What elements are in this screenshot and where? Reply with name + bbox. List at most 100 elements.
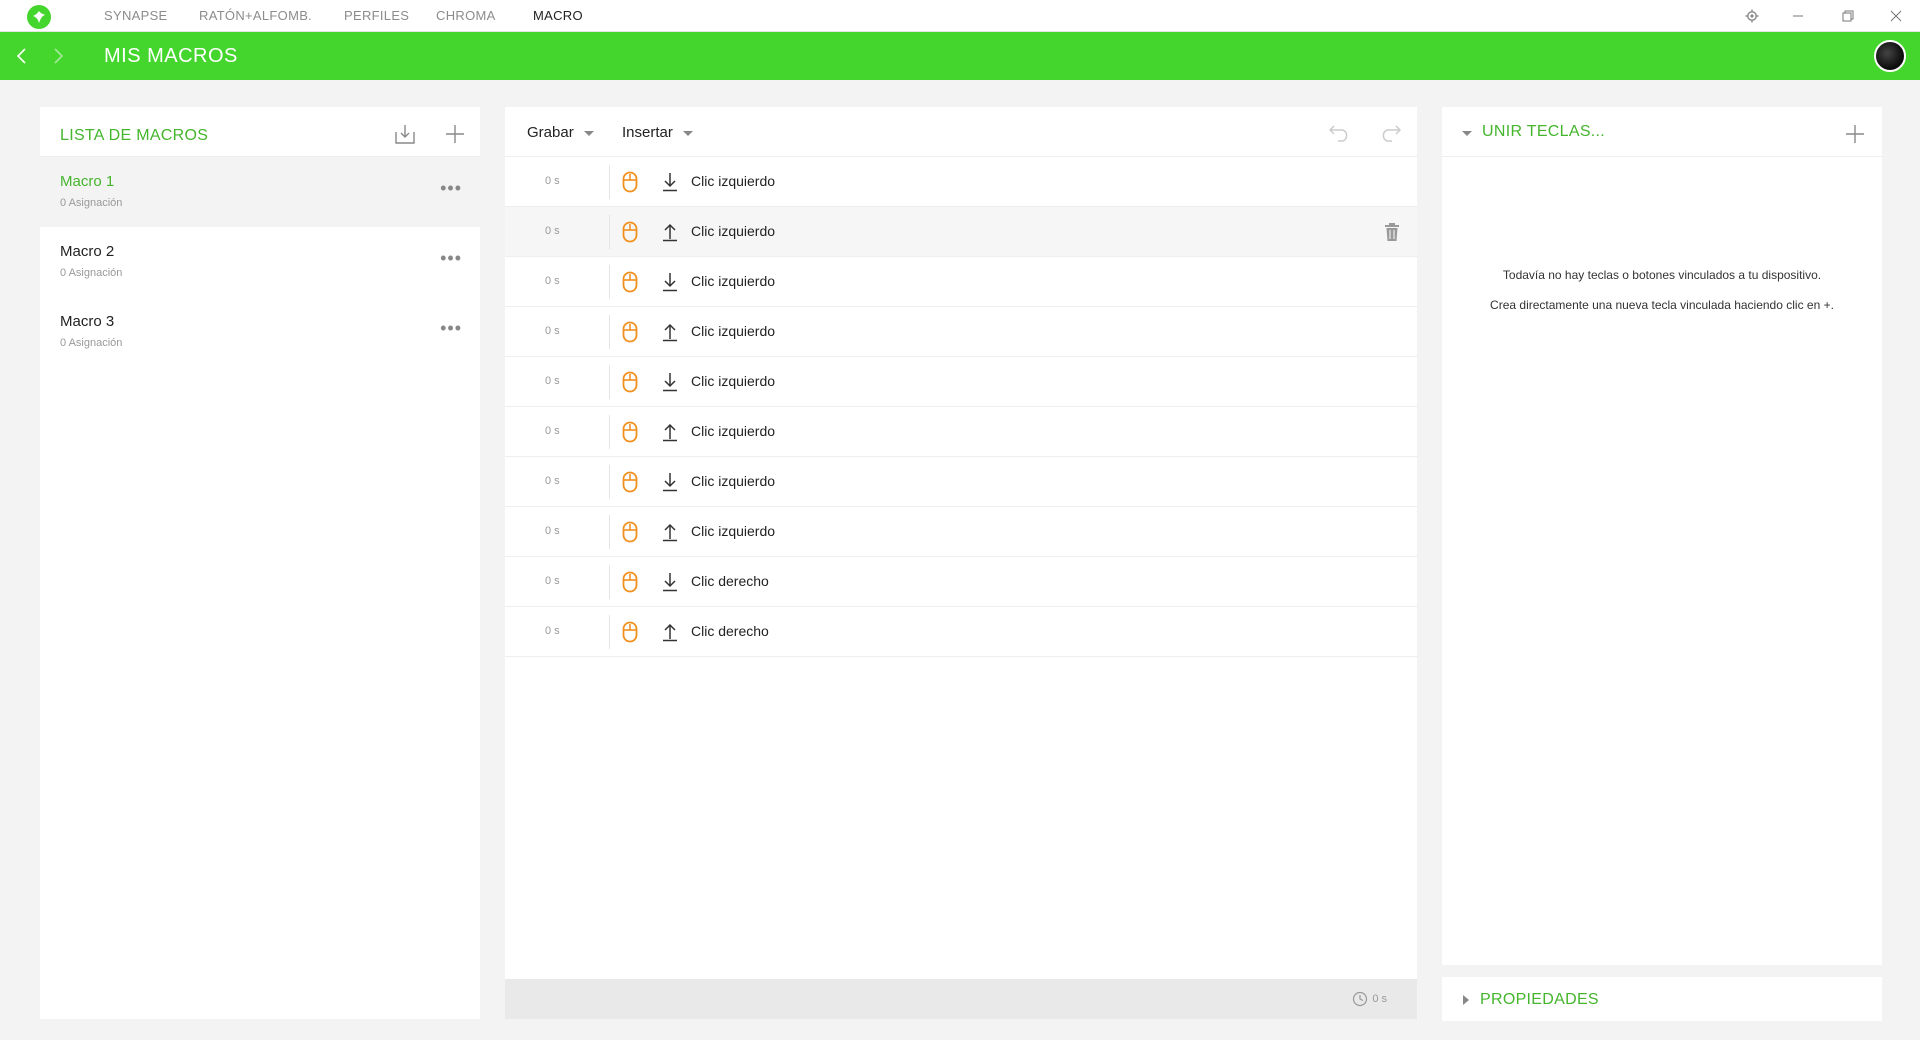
- page-header: MIS MACROS: [0, 32, 1920, 80]
- macro-step-row[interactable]: 0 s Clic izquierdo: [505, 457, 1417, 507]
- add-macro-icon[interactable]: [442, 121, 468, 147]
- close-icon[interactable]: [1886, 6, 1906, 26]
- back-arrow-icon[interactable]: [10, 44, 34, 68]
- key-down-arrow-icon: [663, 173, 677, 192]
- bind-keys-header: UNIR TECLAS...: [1442, 107, 1882, 157]
- macro-list-item[interactable]: Macro 1 0 Asignación •••: [40, 157, 480, 227]
- title-bar: SYNAPSE RATÓN+ALFOMB. PERFILES CHROMA MA…: [0, 0, 1920, 32]
- mouse-icon: [622, 371, 638, 393]
- step-delay[interactable]: 0 s: [545, 375, 560, 387]
- macro-assignment-count: 0 Asignación: [60, 197, 123, 209]
- mouse-icon: [622, 471, 638, 493]
- macro-step-row[interactable]: 0 s Clic izquierdo: [505, 207, 1417, 257]
- tab-chroma[interactable]: CHROMA: [436, 8, 496, 23]
- step-delay[interactable]: 0 s: [545, 625, 560, 637]
- key-down-arrow-icon: [663, 473, 677, 492]
- more-options-icon[interactable]: •••: [440, 179, 462, 197]
- empty-state-line: Todavía no hay teclas o botones vinculad…: [1502, 268, 1822, 282]
- macro-list-panel: LISTA DE MACROS Macro 1 0 Asignación •••…: [40, 107, 480, 1019]
- step-delay[interactable]: 0 s: [545, 175, 560, 187]
- avatar[interactable]: [1874, 40, 1906, 72]
- minimize-icon[interactable]: [1788, 6, 1808, 26]
- macro-assignment-count: 0 Asignación: [60, 267, 123, 279]
- step-label: Clic izquierdo: [691, 523, 776, 539]
- macro-editor-panel: Grabar Insertar 0 s Clic izquierdo 0 s Clic…: [505, 107, 1417, 1019]
- macro-step-row[interactable]: 0 s Clic izquierdo: [505, 157, 1417, 207]
- undo-icon[interactable]: [1327, 119, 1353, 145]
- step-delay[interactable]: 0 s: [545, 325, 560, 337]
- macro-name: Macro 1: [60, 173, 115, 190]
- key-up-arrow-icon: [663, 323, 677, 342]
- properties-toggle[interactable]: PROPIEDADES: [1462, 991, 1599, 1009]
- macro-list-item[interactable]: Macro 3 0 Asignación •••: [40, 297, 480, 367]
- macro-step-row[interactable]: 0 s Clic izquierdo: [505, 407, 1417, 457]
- step-divider: [609, 415, 610, 449]
- forward-arrow-icon[interactable]: [46, 44, 70, 68]
- step-delay[interactable]: 0 s: [545, 525, 560, 537]
- razer-logo-icon[interactable]: [27, 5, 51, 29]
- step-delay[interactable]: 0 s: [545, 425, 560, 437]
- page-title: MIS MACROS: [104, 45, 238, 67]
- redo-icon[interactable]: [1377, 119, 1403, 145]
- chevron-right-icon: [1463, 995, 1469, 1005]
- step-divider: [609, 465, 610, 499]
- clock-icon: [1353, 991, 1368, 1007]
- step-label: Clic izquierdo: [691, 373, 776, 389]
- mouse-icon: [622, 421, 638, 443]
- mouse-icon: [622, 271, 638, 293]
- empty-state-message: Todavía no hay teclas o botones vinculad…: [1442, 260, 1882, 320]
- step-label: Clic izquierdo: [691, 323, 776, 339]
- bind-keys-panel: UNIR TECLAS... Todavía no hay teclas o b…: [1442, 107, 1882, 965]
- step-label: Clic izquierdo: [691, 173, 776, 189]
- macro-step-row[interactable]: 0 s Clic izquierdo: [505, 257, 1417, 307]
- more-options-icon[interactable]: •••: [440, 319, 462, 337]
- key-down-arrow-icon: [663, 373, 677, 392]
- macro-step-row[interactable]: 0 s Clic derecho: [505, 557, 1417, 607]
- macro-step-row[interactable]: 0 s Clic derecho: [505, 607, 1417, 657]
- bind-keys-title: UNIR TECLAS...: [1482, 123, 1606, 140]
- import-macro-icon[interactable]: [392, 121, 418, 147]
- record-label: Grabar: [527, 124, 574, 141]
- macro-step-row[interactable]: 0 s Clic izquierdo: [505, 357, 1417, 407]
- macro-list-item[interactable]: Macro 2 0 Asignación •••: [40, 227, 480, 297]
- add-binding-icon[interactable]: [1842, 121, 1868, 147]
- key-down-arrow-icon: [663, 273, 677, 292]
- mouse-icon: [622, 221, 638, 243]
- settings-gear-icon[interactable]: [1742, 6, 1762, 26]
- macro-step-row[interactable]: 0 s Clic izquierdo: [505, 307, 1417, 357]
- step-divider: [609, 365, 610, 399]
- more-options-icon[interactable]: •••: [440, 249, 462, 267]
- step-delay[interactable]: 0 s: [545, 475, 560, 487]
- mouse-icon: [622, 521, 638, 543]
- chevron-down-icon: [583, 131, 594, 136]
- properties-title: PROPIEDADES: [1480, 991, 1599, 1008]
- tab-raton-alfomb[interactable]: RATÓN+ALFOMB.: [199, 8, 312, 23]
- step-divider: [609, 265, 610, 299]
- step-delay[interactable]: 0 s: [545, 225, 560, 237]
- tab-perfiles[interactable]: PERFILES: [344, 8, 409, 23]
- tab-synapse[interactable]: SYNAPSE: [104, 8, 168, 23]
- step-divider: [609, 215, 610, 249]
- macro-name: Macro 3: [60, 313, 115, 330]
- restore-icon[interactable]: [1838, 6, 1858, 26]
- step-label: Clic izquierdo: [691, 473, 776, 489]
- record-dropdown[interactable]: Grabar: [527, 124, 594, 141]
- chevron-down-icon: [1462, 130, 1472, 136]
- tab-macro[interactable]: MACRO: [533, 8, 583, 23]
- step-delay[interactable]: 0 s: [545, 275, 560, 287]
- mouse-icon: [622, 321, 638, 343]
- mouse-icon: [622, 621, 638, 643]
- step-label: Clic izquierdo: [691, 223, 776, 239]
- insert-dropdown[interactable]: Insertar: [622, 124, 693, 141]
- step-label: Clic derecho: [691, 573, 769, 589]
- step-divider: [609, 565, 610, 599]
- editor-footer: 0 s: [505, 979, 1417, 1019]
- step-label: Clic izquierdo: [691, 273, 776, 289]
- key-up-arrow-icon: [663, 423, 677, 442]
- bind-keys-toggle[interactable]: UNIR TECLAS...: [1462, 123, 1605, 141]
- step-delay[interactable]: 0 s: [545, 575, 560, 587]
- mouse-icon: [622, 571, 638, 593]
- insert-label: Insertar: [622, 124, 673, 141]
- trash-icon[interactable]: [1383, 222, 1401, 242]
- macro-step-row[interactable]: 0 s Clic izquierdo: [505, 507, 1417, 557]
